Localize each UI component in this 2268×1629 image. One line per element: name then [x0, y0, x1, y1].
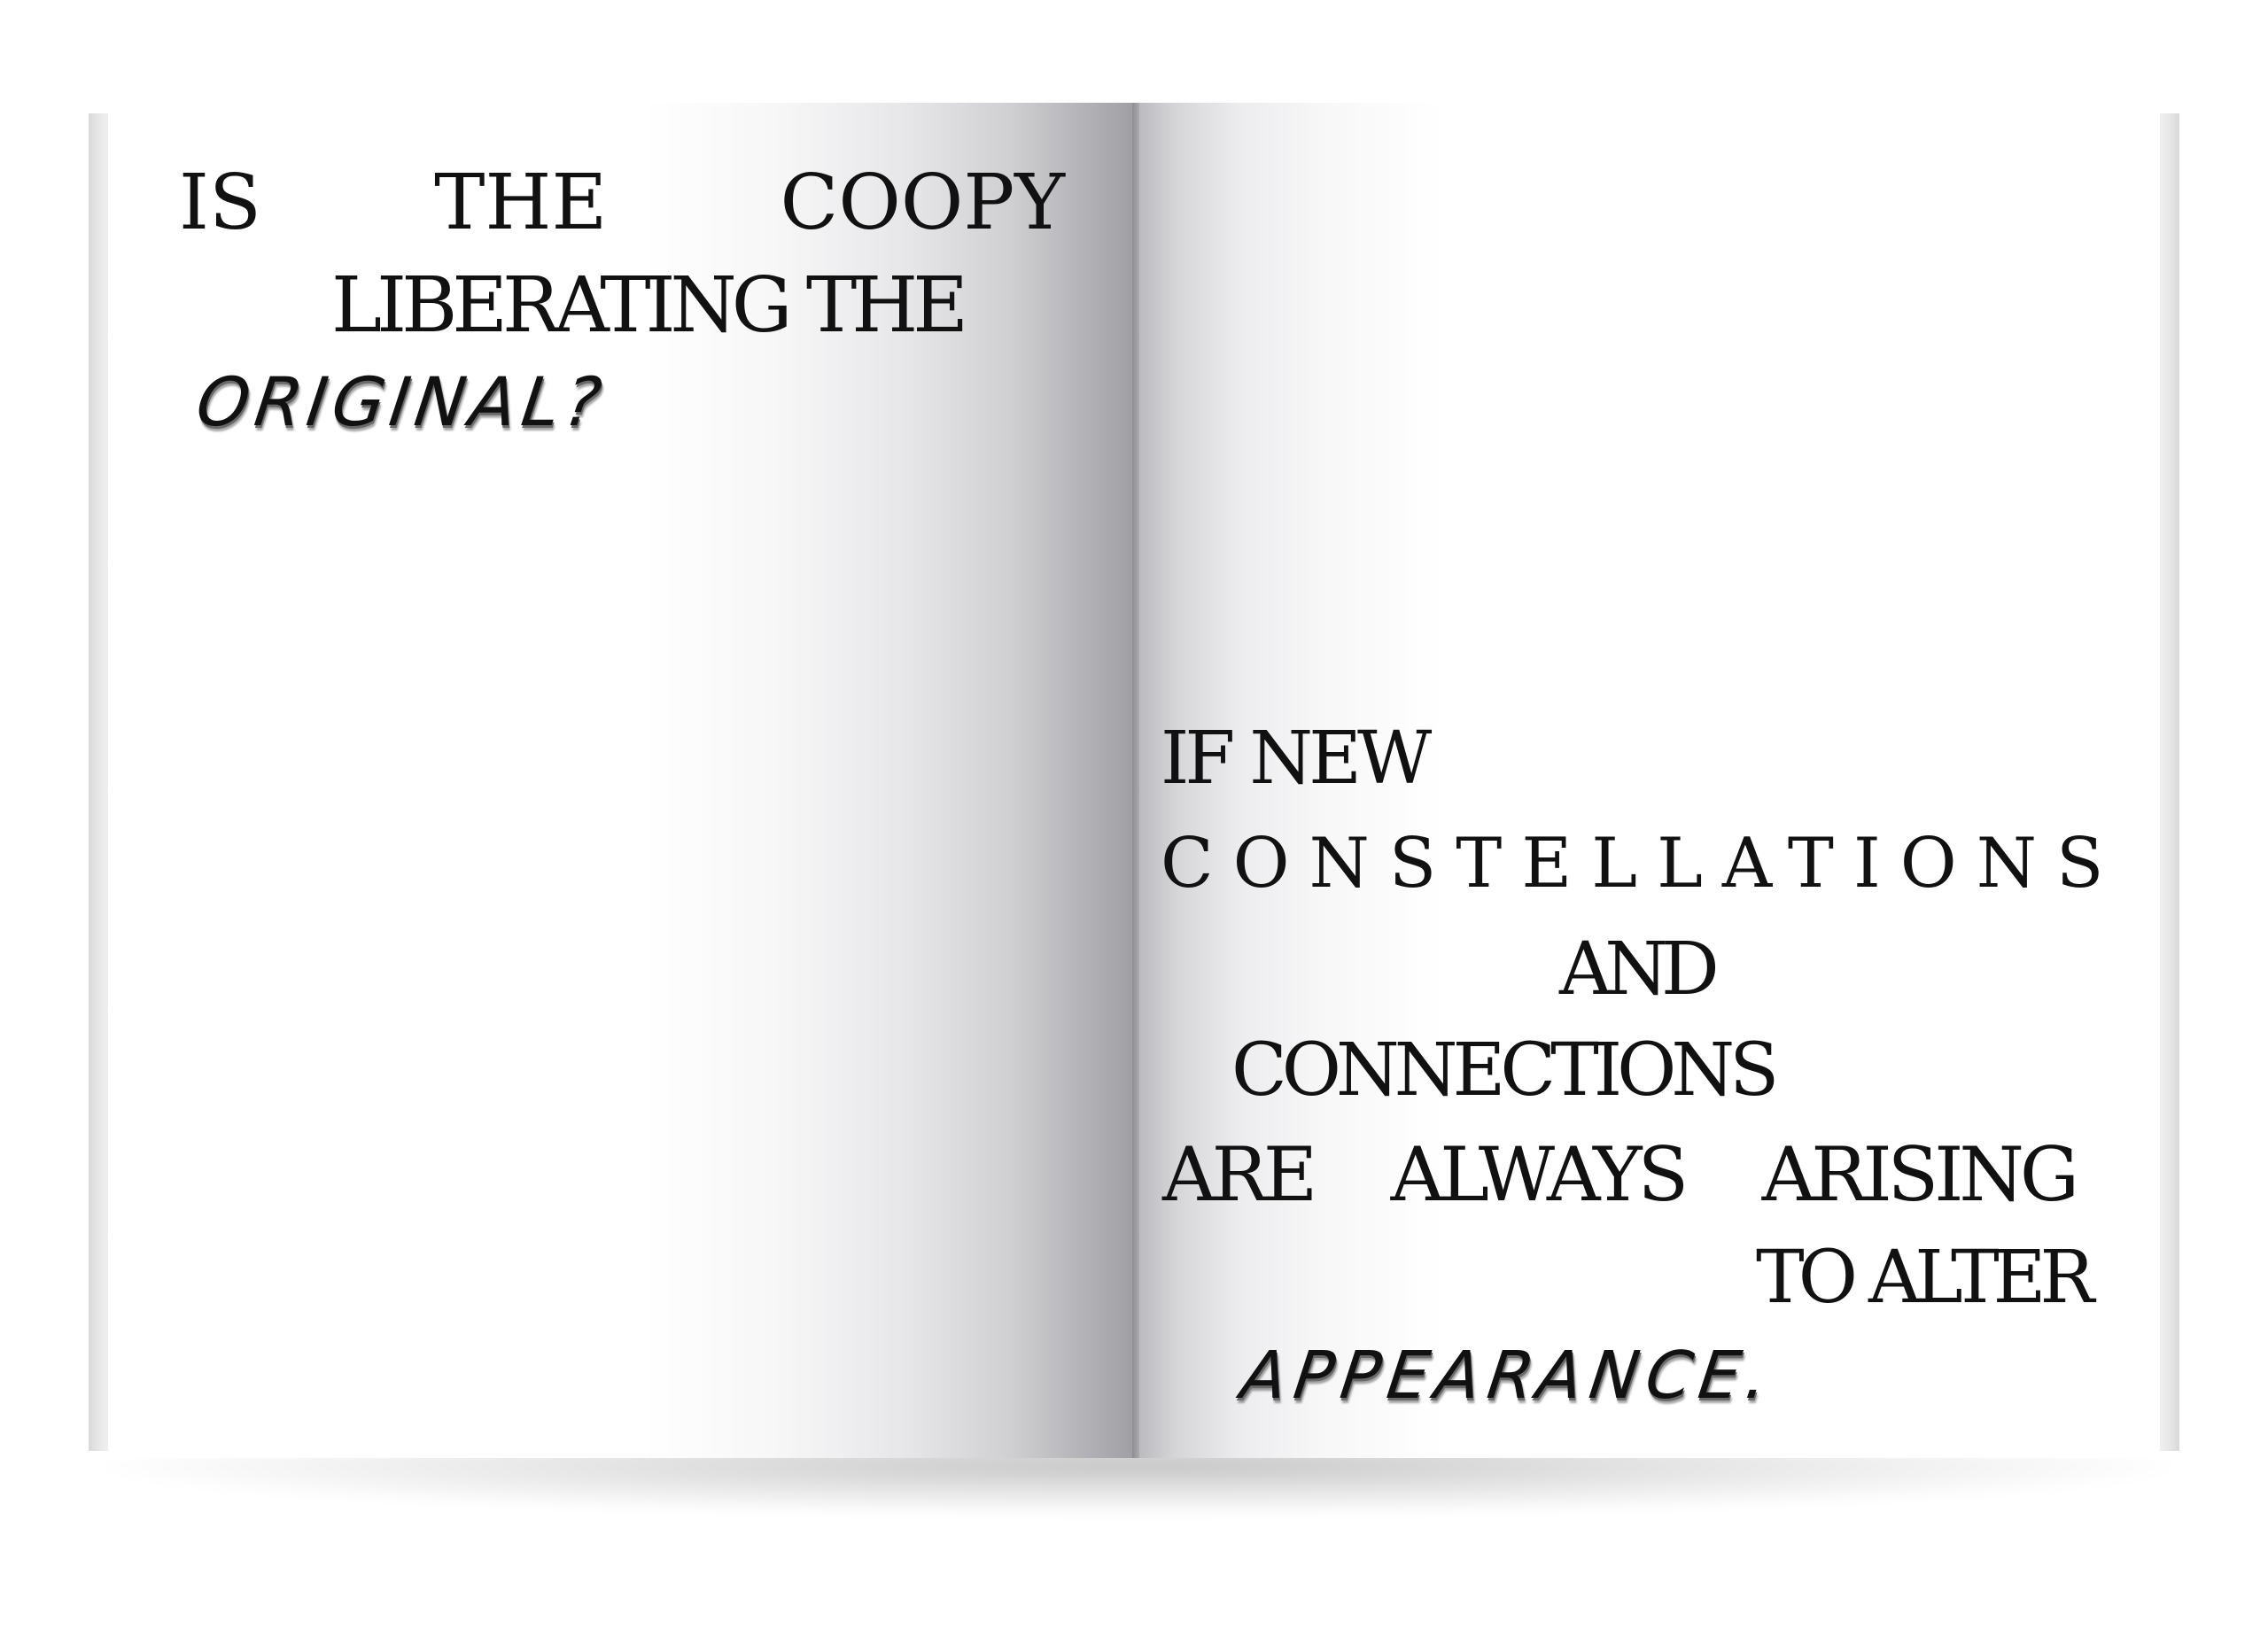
book-spine [1132, 103, 1139, 1458]
right-line-4: CONNECTIONS [1231, 1028, 1779, 1113]
right-line-7-distorted: APPEARANCE. [1230, 1338, 1788, 1414]
photo-stage: IS THE COOPY LIBERATING THE ORIGINAL? IF… [0, 0, 2268, 1629]
word-are: ARE [1162, 1131, 1317, 1218]
open-magazine: IS THE COOPY LIBERATING THE ORIGINAL? IF… [89, 103, 2179, 1467]
right-line-1: IF NEW [1161, 717, 1432, 801]
right-page: IF NEW CONSTELLATIONS AND CONNECTIONS AR… [1136, 103, 2160, 1458]
word-always: ALWAYS [1390, 1131, 1689, 1218]
word-the: THE [434, 159, 608, 247]
left-line-2: LIBERATING THE [331, 261, 968, 350]
word-is: IS [179, 159, 261, 247]
right-line-5: ARE ALWAYS ARISING [1162, 1131, 2079, 1218]
right-line-2: CONSTELLATIONS [1161, 824, 2124, 904]
word-coopy: COOPY [780, 159, 1065, 247]
left-line-1: IS THE COOPY [179, 165, 1065, 241]
right-line-3: AND [1559, 927, 1720, 1012]
word-arising: ARISING [1761, 1131, 2079, 1218]
left-page: IS THE COOPY LIBERATING THE ORIGINAL? [108, 103, 1136, 1458]
left-line-3-distorted: ORIGINAL? [183, 362, 619, 441]
right-line-6: TO ALTER [1756, 1236, 2094, 1320]
